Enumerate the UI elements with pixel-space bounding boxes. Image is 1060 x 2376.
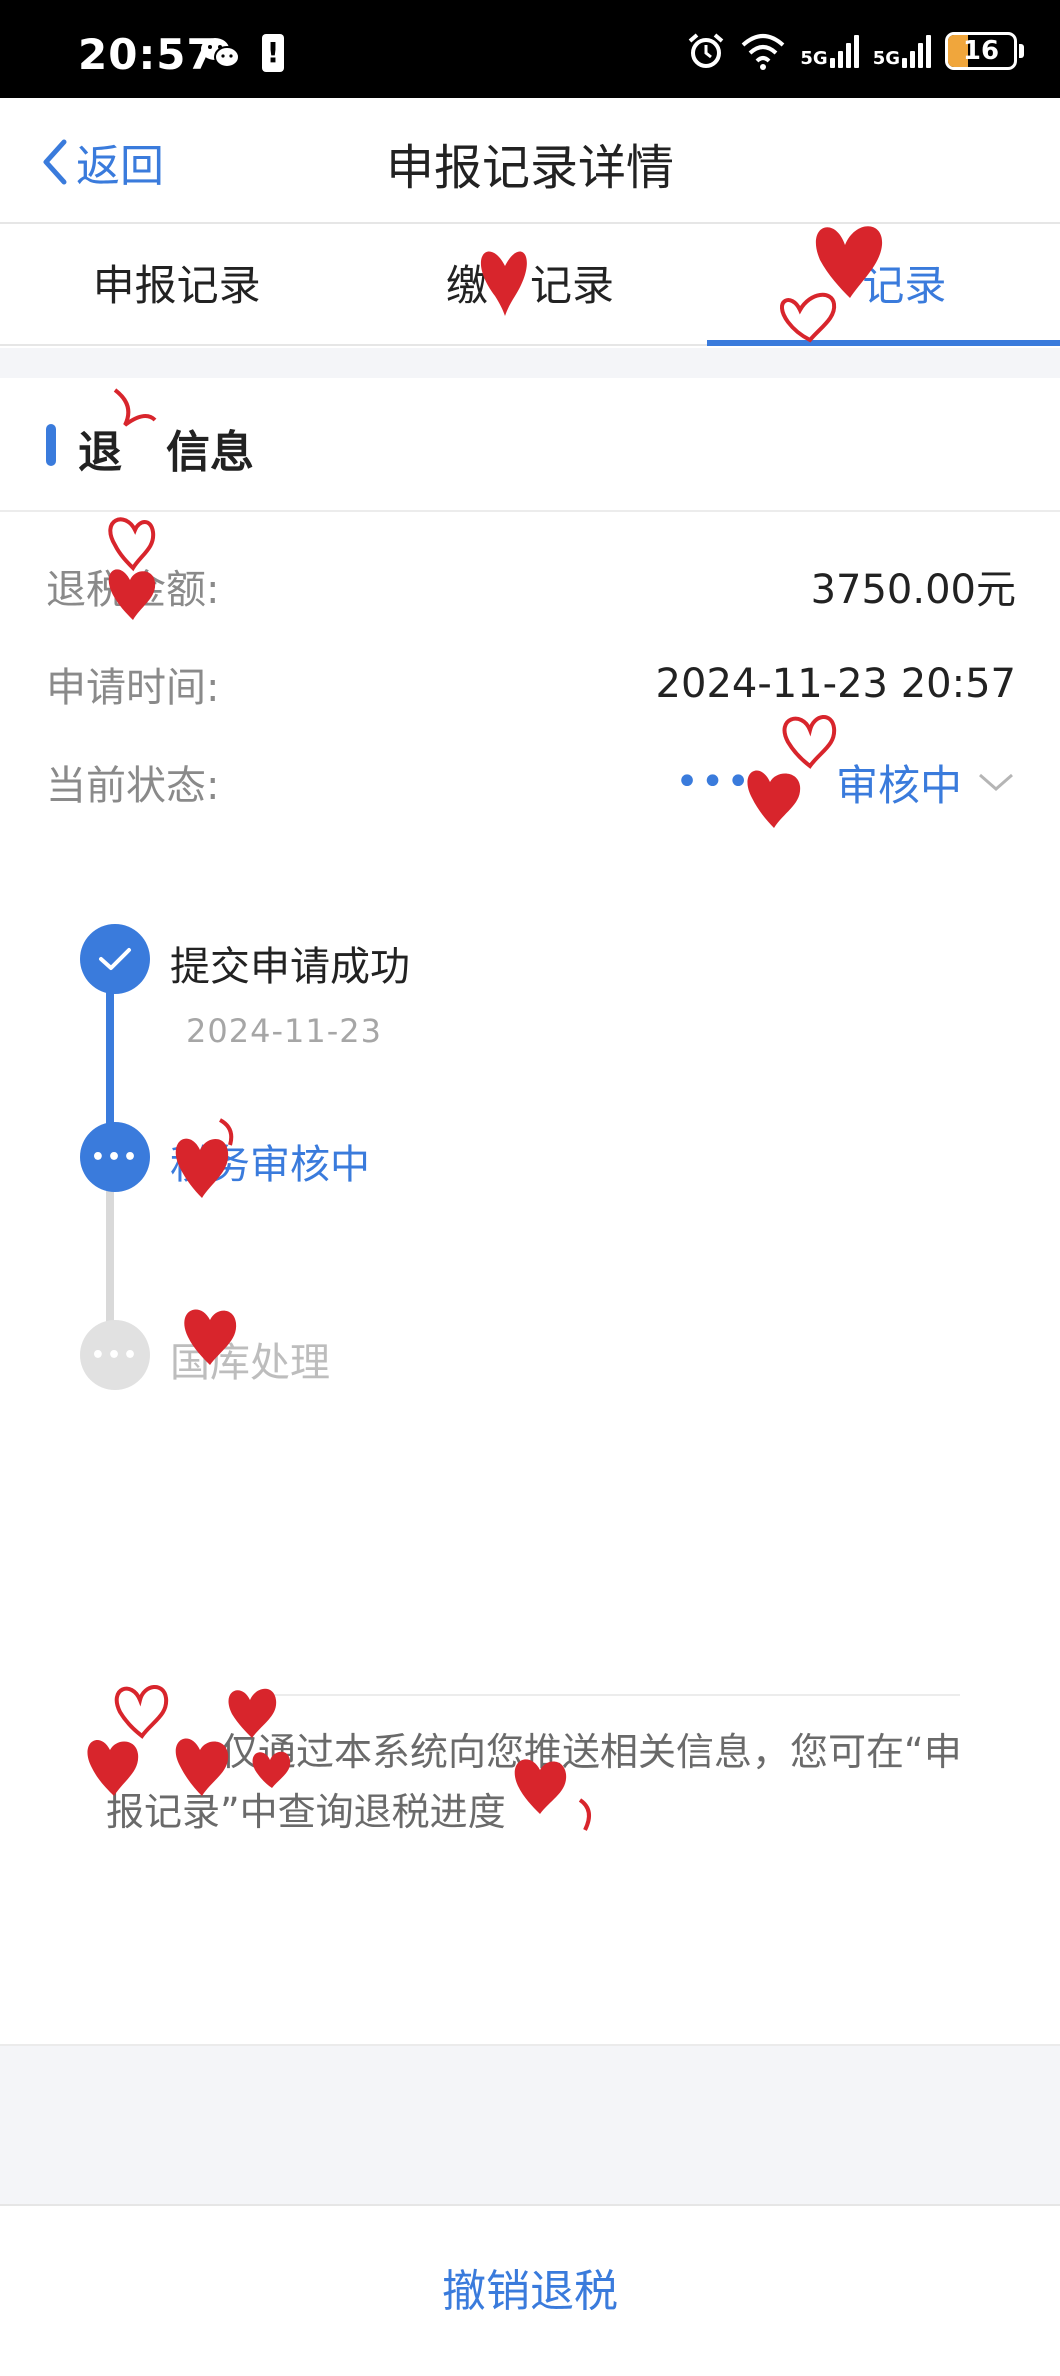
battery-alert-icon	[262, 34, 284, 72]
tab-declaration-records[interactable]: 申报记录	[0, 226, 353, 344]
cancel-refund-button[interactable]: 撤销退税	[0, 2204, 1060, 2376]
timeline-node-pending: •••	[80, 1320, 150, 1390]
section-accent-bar	[46, 424, 56, 466]
heart-sticker-icon-5	[747, 715, 837, 828]
amount-value: 3750.00元	[810, 567, 1016, 613]
section-gap	[0, 348, 1060, 378]
status-right-icons: 5G 5G 16	[686, 26, 1024, 76]
heart-sticker-icon-6	[175, 1118, 234, 1198]
more-dots-icon: •••	[90, 1144, 140, 1170]
detail-row-status: 当前状态: ••• 审核中	[46, 752, 1016, 812]
battery-tip	[1019, 44, 1024, 58]
timeline-node-current: •••	[80, 1122, 150, 1192]
signal-icon: 5G	[800, 34, 859, 68]
status-label: 当前状态:	[46, 763, 220, 809]
more-dots-icon-pending: •••	[90, 1342, 140, 1368]
heart-sticker-icon-3	[113, 388, 157, 427]
notice-divider	[260, 1694, 960, 1696]
detail-row-time: 申请时间: 2024-11-23 20:57	[46, 654, 1016, 714]
time-label: 申请时间:	[46, 665, 220, 711]
heart-sticker-icon-7	[184, 1309, 237, 1365]
timeline-step-1-date: 2024-11-23	[186, 1012, 382, 1050]
timeline-step-1-label: 提交申请成功	[170, 944, 410, 990]
heart-sticker-icon-2	[780, 226, 883, 343]
heart-sticker-icon-8	[514, 1759, 591, 1831]
chevron-down-icon	[979, 773, 1013, 791]
heart-sticker-icon-4	[108, 517, 156, 620]
wifi-icon	[742, 34, 785, 70]
heart-sticker-icon	[480, 251, 527, 316]
status-time: 20:57	[78, 30, 217, 79]
status-value: 审核中	[835, 760, 962, 810]
wechat-icon	[201, 38, 240, 68]
status-bar: 20:57 5G 5G 16	[0, 0, 1060, 98]
timeline-node-done	[80, 924, 150, 994]
heart-sticker-cluster-icon	[87, 1685, 291, 1796]
nav-bar: 返回 申报记录详情	[0, 98, 1060, 224]
alarm-icon	[689, 33, 724, 68]
signal-icon-2: 5G	[873, 34, 931, 68]
bottom-spacer	[0, 2044, 1060, 2204]
battery-icon: 16	[945, 32, 1017, 70]
page-title: 申报记录详情	[385, 140, 674, 196]
check-icon	[99, 948, 131, 970]
